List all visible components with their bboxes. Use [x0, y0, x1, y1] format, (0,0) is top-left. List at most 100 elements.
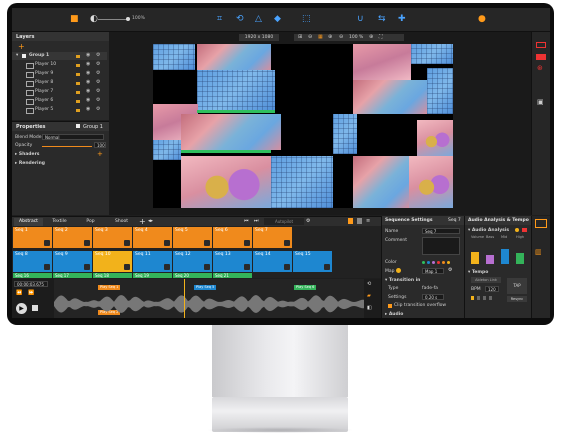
expand-icon[interactable]: ▾: [16, 53, 18, 58]
gear-icon[interactable]: ⚙: [306, 218, 310, 224]
tab-abstract[interactable]: Abstract: [14, 218, 43, 226]
record-icon[interactable]: [536, 54, 546, 60]
sequence-cell[interactable]: Seq 10: [93, 251, 132, 272]
clip-marker[interactable]: Play Seq 6: [294, 285, 317, 290]
map-gear-icon[interactable]: ⚙: [448, 267, 452, 273]
view-toggle-icon[interactable]: [348, 218, 353, 224]
edit-icon[interactable]: [124, 240, 130, 246]
selection-icon[interactable]: ⬚: [302, 15, 311, 24]
tab-nav-icon[interactable]: ◂▸: [148, 218, 153, 224]
visibility-eye-icon[interactable]: ◉: [86, 88, 90, 94]
layer-group-row[interactable]: ▾ Group 1 ◉ ⚙: [12, 52, 107, 60]
sequence-footer-cell[interactable]: Seq 18: [93, 273, 132, 278]
layer-row[interactable]: Player 9 ◉ ⚙: [12, 70, 107, 78]
zoom-slider-thumb[interactable]: [126, 17, 130, 21]
output-canvas[interactable]: [153, 44, 453, 208]
loop-icon[interactable]: ⟲: [367, 281, 371, 287]
zoom-minus-icon[interactable]: ⊖: [339, 34, 343, 40]
forward-icon[interactable]: ⏩: [28, 290, 34, 296]
info-icon[interactable]: [396, 268, 401, 273]
grid-view-icon[interactable]: [535, 219, 547, 228]
sequence-cell[interactable]: Seq 1: [13, 227, 52, 248]
rendering-section[interactable]: ▸ Rendering: [15, 161, 45, 166]
sequence-cell[interactable]: Seq 8: [13, 251, 52, 272]
edit-icon[interactable]: [204, 240, 210, 246]
visibility-eye-icon[interactable]: ◉: [86, 97, 90, 103]
add-layer-icon[interactable]: +: [18, 43, 25, 51]
layers-folder-icon[interactable]: ■: [70, 15, 79, 24]
tab-textile[interactable]: Textile: [45, 218, 74, 226]
grid-icon[interactable]: ▦: [318, 34, 323, 40]
sequence-footer-cell[interactable]: Seq 21: [213, 273, 252, 278]
clip-marker[interactable]: Play Seq 5: [194, 285, 217, 290]
settings-icon[interactable]: ⚙: [96, 88, 100, 94]
add-tab-icon[interactable]: +: [139, 217, 146, 226]
play-button[interactable]: ▶: [16, 303, 27, 314]
bpm-field[interactable]: 120: [485, 286, 499, 292]
lock-icon[interactable]: [76, 109, 80, 112]
sequence-footer-cell[interactable]: Seq 17: [53, 273, 92, 278]
sequence-cell[interactable]: Seq 6: [213, 227, 252, 248]
sequence-cell[interactable]: Seq 3: [93, 227, 132, 248]
edit-icon[interactable]: [164, 240, 170, 246]
sequence-cell[interactable]: Seq 14: [253, 251, 292, 272]
lock-icon[interactable]: [76, 73, 80, 76]
comment-input[interactable]: [422, 237, 460, 255]
sequence-cell[interactable]: Seq 9: [53, 251, 92, 272]
visibility-eye-icon[interactable]: ◉: [86, 52, 90, 58]
edit-icon[interactable]: [44, 264, 50, 270]
visibility-eye-icon[interactable]: ◉: [86, 70, 90, 76]
settings-icon[interactable]: ⚙: [96, 52, 100, 58]
layer-row[interactable]: Player 5 ◉ ⚙: [12, 106, 107, 114]
media-icon[interactable]: ▣: [537, 98, 544, 106]
transition-section[interactable]: ▾ Transition in: [385, 278, 420, 283]
rewind-icon[interactable]: ⏪: [16, 290, 22, 296]
settings-icon[interactable]: ⚙: [96, 97, 100, 103]
resync-button[interactable]: Resync: [507, 296, 527, 302]
lock-icon[interactable]: [76, 64, 80, 67]
settings-icon[interactable]: ⚙: [96, 70, 100, 76]
sequence-cell[interactable]: Seq 7: [253, 227, 292, 248]
audio-source-icon[interactable]: [515, 228, 519, 232]
map-select[interactable]: Map 1: [422, 268, 444, 274]
clip-overflow-checkbox[interactable]: [388, 304, 392, 308]
edit-icon[interactable]: [284, 264, 290, 270]
zoom-slider[interactable]: [98, 19, 128, 20]
sequence-cell[interactable]: Seq 2: [53, 227, 92, 248]
edit-icon[interactable]: [244, 264, 250, 270]
add-shader-icon[interactable]: +: [97, 150, 103, 158]
lock-icon[interactable]: [76, 91, 80, 94]
edit-icon[interactable]: [124, 264, 130, 270]
output-red-icon[interactable]: [536, 42, 546, 48]
sequence-footer-cell[interactable]: Seq 20: [173, 273, 212, 278]
sequence-footer-cell[interactable]: Seq 19: [133, 273, 172, 278]
crop-icon[interactable]: ⌗: [217, 15, 222, 24]
target-checkbox[interactable]: [76, 124, 80, 128]
transform-icon[interactable]: ⟲: [236, 15, 244, 24]
stop-button[interactable]: [32, 305, 38, 311]
clip-marker[interactable]: Play Seq 1: [98, 285, 121, 290]
edit-icon[interactable]: [204, 264, 210, 270]
tab-shoot[interactable]: Shoot: [107, 218, 136, 226]
sequence-cell[interactable]: Seq 4: [133, 227, 172, 248]
pin-icon[interactable]: ✚: [398, 15, 406, 24]
zoom-plus-icon[interactable]: ⊕: [369, 34, 373, 40]
visibility-eye-icon[interactable]: ◉: [86, 61, 90, 67]
audio-analysis-section[interactable]: ▾ Audio Analysis: [468, 228, 509, 233]
paint-bucket-icon[interactable]: ◆: [274, 15, 281, 24]
edit-icon[interactable]: [324, 264, 330, 270]
folder-icon[interactable]: ▰: [367, 293, 371, 299]
magnet-icon[interactable]: ∪: [357, 15, 364, 24]
edit-icon[interactable]: [44, 240, 50, 246]
edit-icon[interactable]: [284, 240, 290, 246]
ableton-link-button[interactable]: Ableton Link: [471, 277, 501, 283]
lock-icon[interactable]: [76, 55, 80, 58]
tempo-section[interactable]: ▾ Tempo: [468, 270, 488, 275]
autopilot-field[interactable]: Autopilot: [264, 218, 304, 225]
tab-pop[interactable]: Pop: [76, 218, 105, 226]
visibility-eye-icon[interactable]: ◉: [86, 106, 90, 112]
name-input[interactable]: Seq 7: [422, 228, 460, 234]
triangle-tool-icon[interactable]: △: [255, 15, 262, 24]
bars-icon[interactable]: ▥: [535, 248, 542, 256]
group-checkbox[interactable]: [22, 54, 26, 58]
